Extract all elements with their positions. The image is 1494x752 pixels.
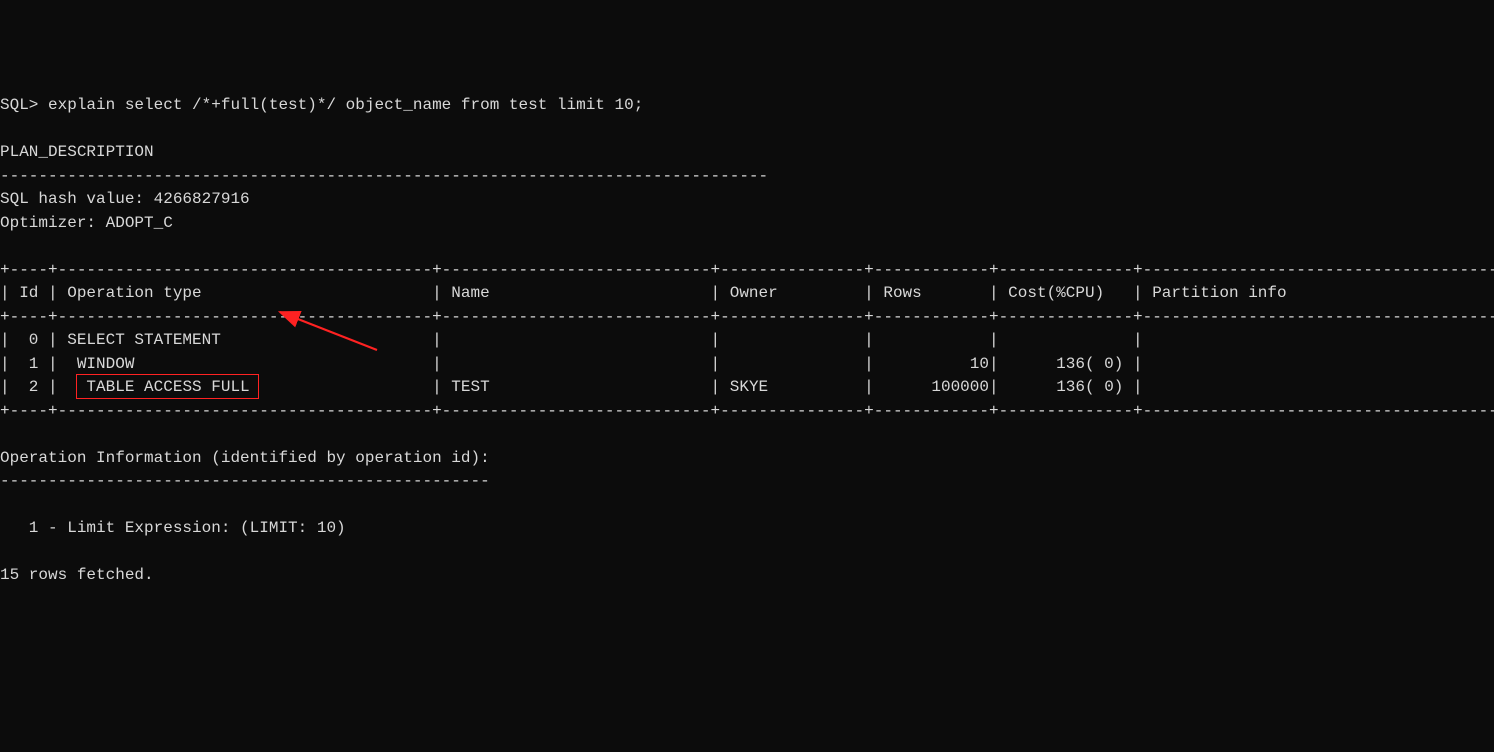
optimizer-line: Optimizer: ADOPT_C (0, 214, 173, 232)
operation-info-line: 1 - Limit Expression: (LIMIT: 10) (0, 519, 346, 537)
rows-fetched-line: 15 rows fetched. (0, 566, 154, 584)
table-row: | 0 | SELECT STATEMENT | | | | | | (0, 331, 1494, 349)
highlighted-operation: TABLE ACCESS FULL (86, 376, 249, 400)
terminal-output: SQL> explain select /*+full(test)*/ obje… (0, 94, 1494, 588)
sql-command: explain select /*+full(test)*/ object_na… (48, 96, 643, 114)
operation-info-heading: Operation Information (identified by ope… (0, 449, 490, 467)
table-row: | 1 | WINDOW | | | 10| 136( 0) | | (0, 355, 1494, 373)
hrule: ----------------------------------------… (0, 472, 490, 490)
sql-hash-line: SQL hash value: 4266827916 (0, 190, 250, 208)
row2-suffix: | TEST | SKYE | 100000| 136( 0) | | (250, 378, 1494, 396)
table-access-full-text: TABLE ACCESS FULL (86, 378, 249, 396)
table-header-row: | Id | Operation type | Name | Owner | R… (0, 284, 1494, 302)
sql-prompt: SQL> (0, 96, 48, 114)
hrule: ----------------------------------------… (0, 167, 768, 185)
plan-description-heading: PLAN_DESCRIPTION (0, 143, 154, 161)
row2-prefix: | 2 | (0, 378, 86, 396)
table-border-top: +----+----------------------------------… (0, 261, 1494, 279)
table-border-bottom: +----+----------------------------------… (0, 402, 1494, 420)
table-row: | 2 | TABLE ACCESS FULL | TEST | SKYE | … (0, 378, 1494, 396)
table-border-mid: +----+----------------------------------… (0, 308, 1494, 326)
